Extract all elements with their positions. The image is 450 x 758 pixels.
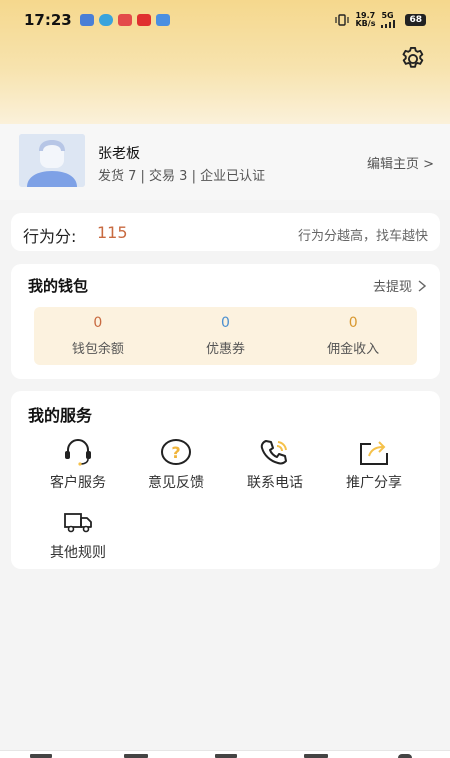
score-label: 行为分: [23,227,77,246]
app-notification-icon [136,14,151,26]
withdraw-button[interactable]: 去提现 [373,276,426,295]
wallet-balance-value: 0 [93,315,103,331]
edit-homepage-link[interactable]: 编辑主页 > [367,153,434,172]
status-bar: 17:23 19.7 KB/s 5G 68 [0,0,450,40]
tab-icon-stub[interactable] [398,754,412,758]
wallet-balance-label: 钱包余额 [71,342,124,357]
notification-icons [79,14,170,26]
svg-text:?: ? [171,443,180,462]
service-label: 联系电话 [247,475,303,491]
tab-icon-stub[interactable] [30,754,52,758]
wallet-title: 我的钱包 [28,277,89,295]
wallet-commission-value: 0 [348,315,358,331]
net-speed-unit: KB/s [355,19,376,28]
wallet-balance[interactable]: 0 钱包余额 [34,307,162,365]
services-card: 我的服务 客户服务 ? 意见反馈 联系电话 推广分享 其他规则 [11,391,440,569]
service-label: 其他规则 [50,545,106,561]
truck-icon [64,513,92,533]
score-tip: 行为分越高，找车越快 [297,229,428,244]
tab-icon-stub[interactable] [124,754,148,758]
chevron-right-icon [418,279,426,292]
wallet-commission[interactable]: 0 佣金收入 [289,307,417,365]
headset-icon [65,439,91,466]
service-other-rules[interactable]: 其他规则 [28,508,128,562]
wallet-coupons-value: 0 [221,315,230,331]
wallet-commission-label: 佣金收入 [327,342,380,357]
avatar[interactable] [19,134,85,187]
service-contact-phone[interactable]: 联系电话 [225,438,325,492]
score-value: 115 [97,223,128,242]
wallet-card: 我的钱包 去提现 0 钱包余额 0 优惠券 0 佣金收入 [11,264,440,379]
net-speed: 19.7 KB/s [355,12,375,28]
wallet-coupons-label: 优惠券 [206,342,246,357]
status-time: 17:23 [24,11,72,29]
tab-icon-stub[interactable] [215,754,237,758]
service-label: 推广分享 [346,475,402,491]
app-notification-icon [79,14,94,26]
withdraw-label: 去提现 [372,280,412,295]
battery-icon: 68 [405,14,426,26]
app-notification-icon [117,14,132,26]
service-feedback[interactable]: ? 意见反馈 [126,438,226,492]
service-promote-share[interactable]: 推广分享 [324,438,424,492]
telegram-icon [98,14,113,26]
phone-icon [260,440,287,465]
vibrate-icon [335,14,350,26]
status-right: 19.7 KB/s 5G 68 [335,12,426,28]
settings-gear-icon[interactable] [399,45,427,73]
avatar-placeholder-icon [19,134,85,187]
network-indicator: 5G [381,12,399,28]
services-title: 我的服务 [28,406,93,425]
wallet-coupons[interactable]: 0 优惠券 [162,307,290,365]
app-notification-icon [155,14,170,26]
profile-section: 张老板 发货 7 | 交易 3 | 企业已认证 编辑主页 > [0,124,450,200]
behavior-score-card: 行为分: 115 行为分越高，找车越快 [11,213,440,251]
service-customer-service[interactable]: 客户服务 [28,438,128,492]
question-icon: ? [161,439,191,465]
profile-name: 张老板 [98,146,140,162]
profile-stats: 发货 7 | 交易 3 | 企业已认证 [98,169,266,184]
signal-icon [381,20,396,28]
network-type: 5G [381,11,394,20]
tab-icon-stub[interactable] [304,754,328,758]
service-label: 客户服务 [50,475,106,491]
share-icon [360,441,388,465]
service-label: 意见反馈 [148,475,204,491]
wallet-summary: 0 钱包余额 0 优惠券 0 佣金收入 [34,307,417,365]
